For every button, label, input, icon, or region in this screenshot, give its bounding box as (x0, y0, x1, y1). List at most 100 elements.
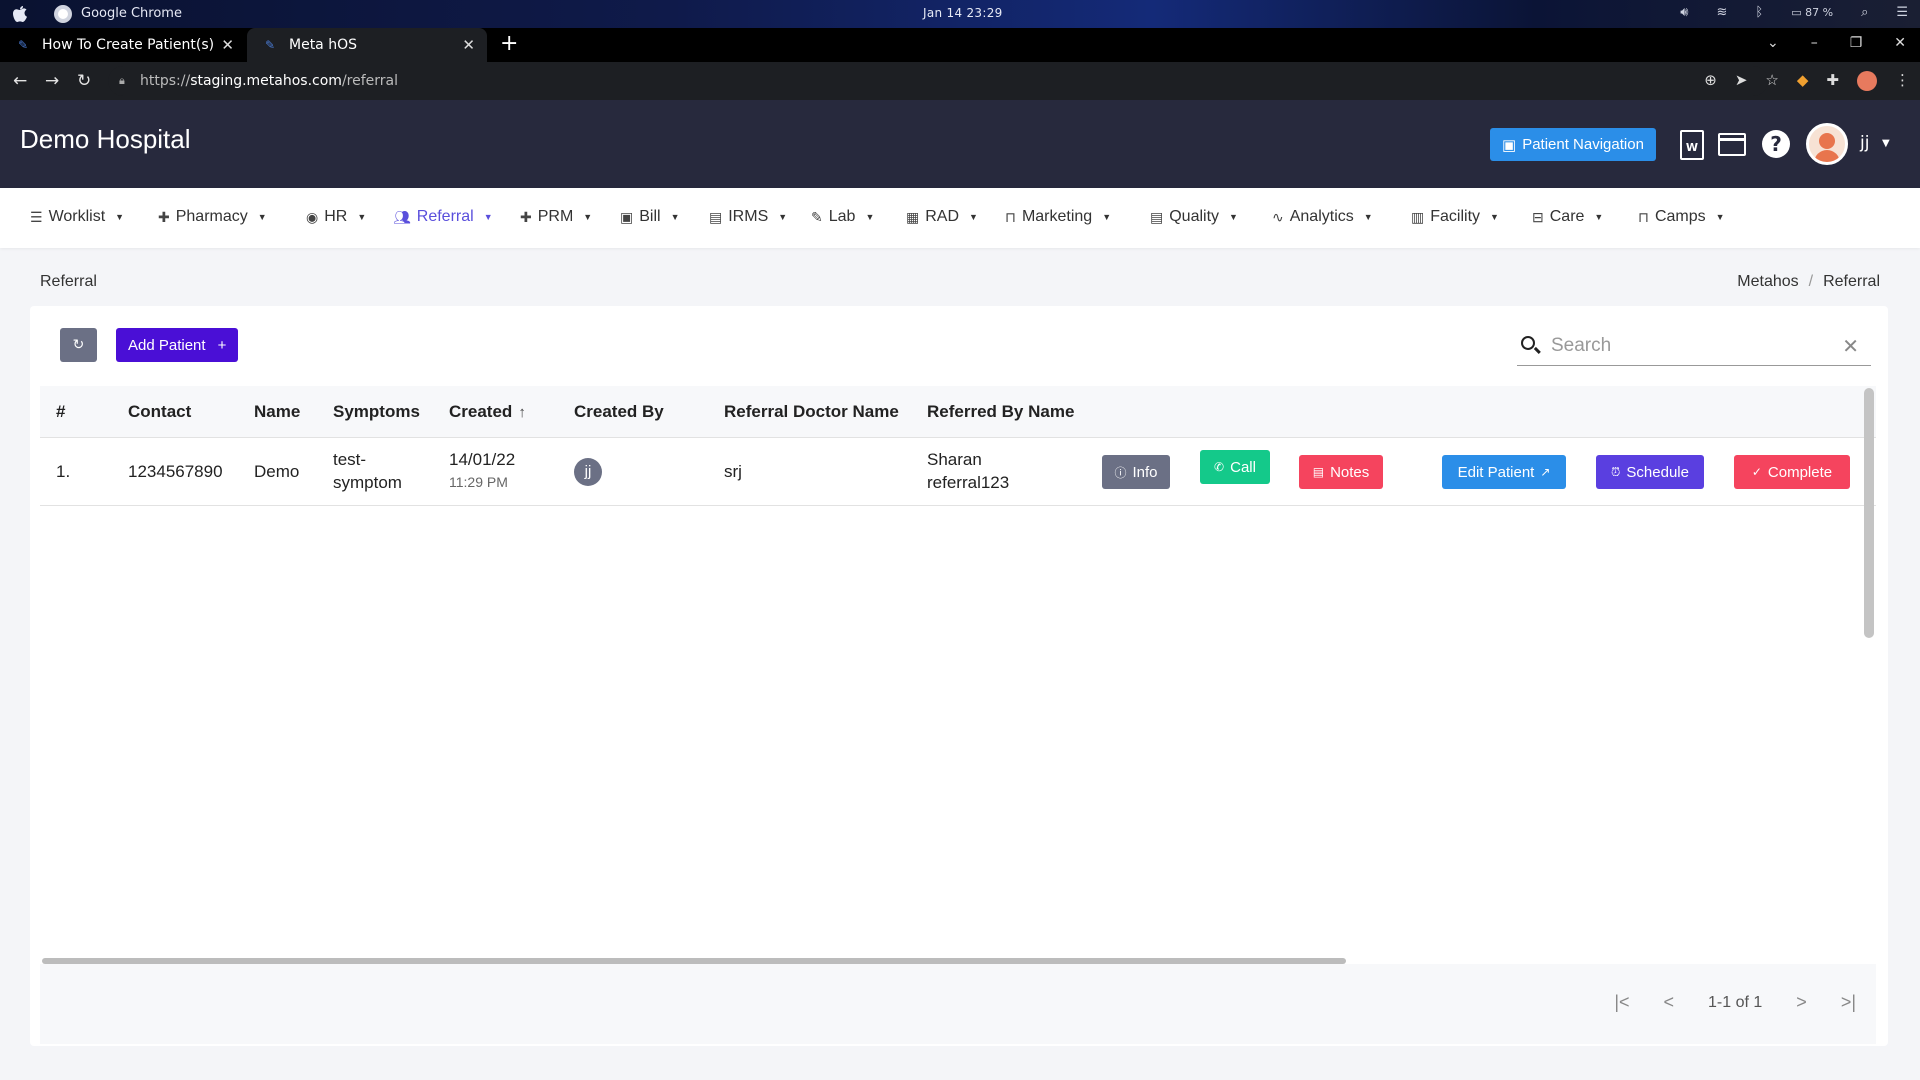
settings-icon[interactable]: ☰ (1896, 5, 1908, 20)
search-icon[interactable]: ⌕ (1861, 5, 1868, 20)
notes-label: Notes (1330, 463, 1370, 481)
symptoms-line: test- (333, 450, 367, 469)
forward-icon[interactable]: → (45, 71, 59, 91)
tab-search-icon[interactable]: ⌄ (1767, 35, 1779, 51)
new-tab-icon[interactable]: + (500, 31, 518, 56)
menu-label: Care (1549, 208, 1585, 225)
column-header-symptoms[interactable]: Symptoms (333, 402, 420, 422)
previous-page-icon[interactable]: < (1664, 992, 1675, 1013)
app-header: Demo Hospital ▣ Patient Navigation W ? j… (0, 100, 1920, 188)
table-footer: |< < 1-1 of 1 > >| (40, 964, 1876, 1044)
bluetooth-icon[interactable]: ᛒ (1755, 5, 1763, 20)
vertical-scrollbar[interactable] (1864, 388, 1874, 638)
menu-item-pharmacy[interactable]: ✚ Pharmacy ▼ (158, 208, 267, 226)
breadcrumb-item[interactable]: Metahos (1737, 273, 1798, 291)
zoom-icon[interactable]: ⊕ (1704, 71, 1717, 91)
menu-label: Referral (416, 208, 474, 225)
column-header-contact[interactable]: Contact (128, 402, 191, 422)
restore-icon[interactable]: ❐ (1850, 35, 1863, 51)
bookmark-star-icon[interactable]: ☆ (1765, 71, 1778, 91)
menu-item-referral[interactable]: 👥︎ Referral ▼ (393, 208, 493, 226)
browser-menu-icon[interactable]: ⋮ (1895, 71, 1910, 91)
browser-tab[interactable]: ✎ How To Create Patient(s) ✕ (0, 28, 246, 62)
patient-navigation-button[interactable]: ▣ Patient Navigation (1490, 128, 1656, 161)
menu-item-lab[interactable]: ✎ Lab ▼ (811, 208, 874, 226)
menu-item-facility[interactable]: ▥ Facility ▼ (1411, 208, 1499, 226)
help-icon[interactable]: ? (1762, 130, 1790, 158)
back-icon[interactable]: ← (13, 71, 27, 91)
plus-icon: + (217, 336, 227, 354)
main-menu: ☰ Worklist ▼ ✚ Pharmacy ▼ ◉ HR ▼ 👥︎ Referral ▼ ✚… (0, 188, 1920, 248)
profile-avatar-icon[interactable] (1857, 71, 1877, 91)
puzzle-extensions-icon[interactable]: ✚ (1826, 71, 1839, 91)
menu-item-quality[interactable]: ▤ Quality ▼ (1150, 208, 1238, 226)
caret-down-icon: ▼ (1102, 212, 1112, 222)
lock-icon[interactable]: 🔒︎ (119, 74, 125, 88)
address-bar-row: ← → ↻ 🔒︎ https://staging.metahos.com/ref… (0, 62, 1920, 100)
column-header-created[interactable]: Created ↑ (449, 402, 526, 422)
user-name[interactable]: jj (1860, 133, 1869, 153)
refresh-button[interactable]: ↻ (60, 328, 97, 362)
sort-arrow-up-icon[interactable]: ↑ (518, 404, 526, 421)
wifi-icon[interactable]: ≋ (1717, 5, 1728, 20)
close-window-icon[interactable]: ✕ (1894, 35, 1906, 51)
menu-item-care[interactable]: ⊟ Care ▼ (1532, 208, 1603, 226)
menu-item-rad[interactable]: ▦ RAD ▼ (906, 208, 978, 226)
clock[interactable]: Jan 14 23:29 (923, 6, 1003, 20)
word-document-icon[interactable]: W (1680, 130, 1704, 160)
menu-item-hr[interactable]: ◉ HR ▼ (306, 208, 366, 226)
referral-card: ↻ Add Patient + ✕ # Contact Name Symptom… (30, 306, 1888, 1046)
reload-icon[interactable]: ↻ (77, 71, 91, 91)
form-icon: ▤ (709, 208, 723, 225)
caret-down-icon: ▼ (583, 212, 593, 222)
menu-item-worklist[interactable]: ☰ Worklist ▼ (30, 208, 124, 226)
first-page-icon[interactable]: |< (1614, 992, 1629, 1013)
plus-icon: ✚ (158, 208, 170, 225)
menu-item-camps[interactable]: ⊓ Camps ▼ (1638, 208, 1725, 226)
send-icon[interactable]: ➤ (1735, 71, 1748, 91)
volume-icon[interactable]: 🔊︎ (1680, 5, 1688, 20)
menu-item-irms[interactable]: ▤ IRMS ▼ (709, 208, 787, 226)
pulse-icon: ∿ (1272, 208, 1284, 225)
tab-favicon-icon: ✎ (18, 38, 29, 52)
call-label: Call (1230, 458, 1256, 476)
call-button[interactable]: ✆ Call (1200, 450, 1270, 484)
battery-indicator[interactable]: ▭ 87 % (1791, 6, 1833, 19)
menu-label: Worklist (48, 208, 106, 225)
user-avatar[interactable] (1806, 123, 1848, 165)
tab-close-icon[interactable]: ✕ (462, 36, 475, 54)
notes-button[interactable]: ▤ Notes (1299, 455, 1383, 489)
browser-tab-active[interactable]: ✎ Meta hOS ✕ (247, 28, 487, 62)
chevron-down-icon[interactable]: ▼ (1882, 138, 1890, 149)
menu-label: RAD (925, 208, 960, 225)
minimize-icon[interactable]: – (1811, 35, 1818, 51)
schedule-button[interactable]: ⏰︎ Schedule (1596, 455, 1704, 489)
edit-patient-button[interactable]: Edit Patient ↗ (1442, 455, 1566, 489)
next-page-icon[interactable]: > (1796, 992, 1807, 1013)
window-icon[interactable] (1718, 133, 1746, 156)
column-header-name[interactable]: Name (254, 402, 300, 422)
column-header-referred-by[interactable]: Referred By Name (927, 402, 1074, 422)
apple-icon[interactable] (12, 5, 28, 23)
film-icon: ▦ (906, 208, 920, 225)
column-header-referral-doctor[interactable]: Referral Doctor Name (724, 402, 899, 422)
menu-item-marketing[interactable]: ⊓ Marketing ▼ (1005, 208, 1111, 226)
menu-label: Marketing (1021, 208, 1093, 225)
menu-item-prm[interactable]: ✚ PRM ▼ (520, 208, 592, 226)
active-app-name[interactable]: Google Chrome (81, 6, 182, 21)
add-patient-button[interactable]: Add Patient + (116, 328, 239, 362)
last-page-icon[interactable]: >| (1841, 992, 1856, 1013)
cell-contact: 1234567890 (128, 462, 223, 481)
menu-item-analytics[interactable]: ∿ Analytics ▼ (1272, 208, 1373, 226)
info-button[interactable]: ⓘ Info (1102, 455, 1170, 489)
url-field[interactable]: 🔒︎ https://staging.metahos.com/referral (108, 66, 1768, 96)
clear-search-icon[interactable]: ✕ (1842, 334, 1859, 358)
menu-item-bill[interactable]: ▣ Bill ▼ (620, 208, 680, 226)
users-icon: 👥︎ (393, 208, 411, 225)
column-header-created-by[interactable]: Created By (574, 402, 664, 422)
complete-button[interactable]: ✓ Complete (1734, 455, 1850, 489)
extension-icon[interactable]: ◆ (1797, 71, 1809, 91)
tab-title: Meta hOS (289, 37, 357, 53)
search-input[interactable] (1551, 332, 1831, 360)
tab-close-icon[interactable]: ✕ (221, 36, 234, 54)
